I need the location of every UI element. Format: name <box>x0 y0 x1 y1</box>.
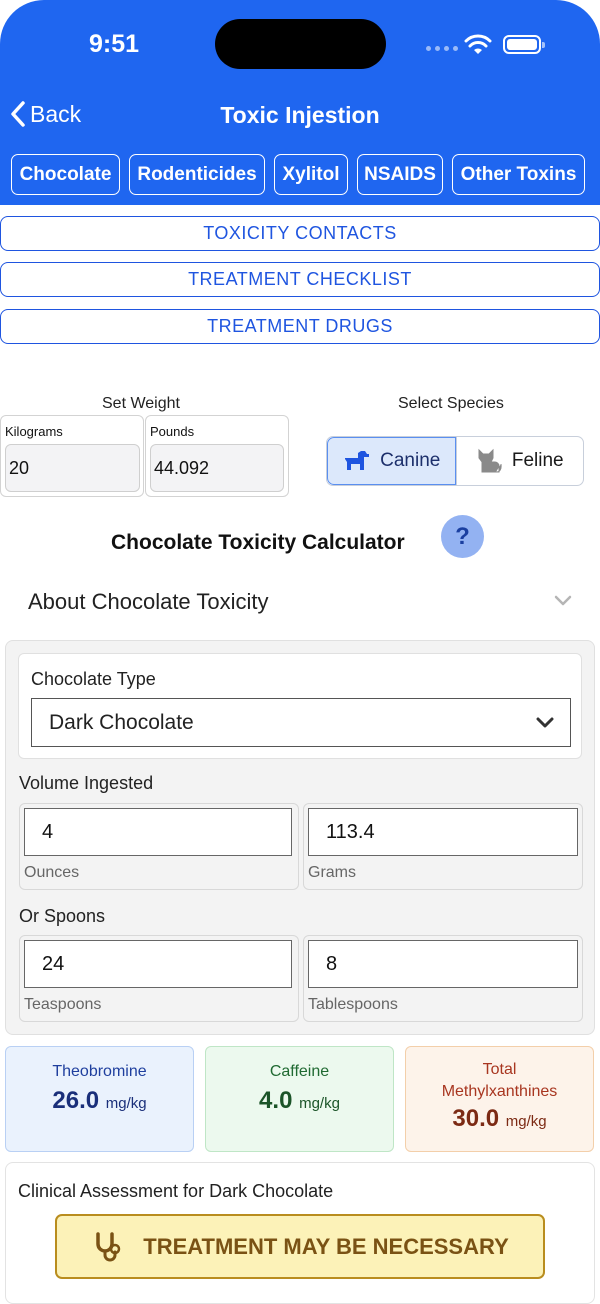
help-button[interactable]: ? <box>441 515 484 558</box>
theobromine-result-card: Theobromine 26.0 mg/kg <box>5 1046 194 1152</box>
clinical-assessment-title: Clinical Assessment for Dark Chocolate <box>18 1181 334 1201</box>
chocolate-type-card: Chocolate Type Dark Chocolate <box>18 653 582 759</box>
stethoscope-icon <box>96 1231 121 1261</box>
species-canine-option[interactable]: Canine <box>327 437 456 485</box>
volume-ingested-label: Volume Ingested <box>19 773 154 793</box>
total-value-row: 30.0 mg/kg <box>406 1105 593 1133</box>
app-header: 9:51 Back Toxic Injestion Chocolate Rode… <box>0 0 600 205</box>
teaspoons-label: Teaspoons <box>24 996 102 1013</box>
total-label-line1: Total <box>482 1061 517 1078</box>
tablespoons-card: 8 Tablespoons <box>303 935 583 1022</box>
total-unit: mg/kg <box>505 1113 547 1130</box>
ounces-card: 4 Ounces <box>19 803 299 890</box>
chocolate-type-value: Dark Chocolate <box>49 710 194 734</box>
tab-other-toxins[interactable]: Other Toxins <box>452 154 585 195</box>
kilograms-label: Kilograms <box>5 424 63 439</box>
cellular-signal-icon <box>426 46 458 51</box>
total-value: 30.0 <box>452 1105 500 1132</box>
species-feline-option[interactable]: Feline <box>455 437 584 485</box>
ounces-label: Ounces <box>24 864 80 881</box>
grams-card: 113.4 Grams <box>303 803 583 890</box>
page-title: Toxic Injestion <box>220 102 380 128</box>
dynamic-island <box>215 19 386 69</box>
teaspoons-card: 24 Teaspoons <box>19 935 299 1022</box>
chocolate-type-select[interactable]: Dark Chocolate <box>31 698 571 747</box>
theobromine-value-row: 26.0 mg/kg <box>6 1087 193 1115</box>
teaspoons-input[interactable]: 24 <box>24 940 292 988</box>
caffeine-value-row: 4.0 mg/kg <box>206 1087 393 1115</box>
tab-xylitol[interactable]: Xylitol <box>274 154 348 195</box>
theobromine-unit: mg/kg <box>105 1095 147 1112</box>
canine-label: Canine <box>380 450 441 471</box>
select-species-label: Select Species <box>398 395 504 412</box>
treatment-alert: TREATMENT MAY BE NECESSARY <box>55 1214 545 1279</box>
pounds-input[interactable]: 44.092 <box>150 444 284 492</box>
dog-icon <box>345 451 370 470</box>
caffeine-unit: mg/kg <box>299 1095 340 1112</box>
theobromine-label: Theobromine <box>52 1063 147 1080</box>
grams-input[interactable]: 113.4 <box>308 808 578 856</box>
total-methylxanthines-label: Total Methylxanthines <box>406 1059 593 1103</box>
chevron-down-icon[interactable] <box>553 594 573 608</box>
treatment-alert-text: TREATMENT MAY BE NECESSARY <box>143 1233 509 1259</box>
grams-label: Grams <box>308 864 356 881</box>
battery-icon <box>503 35 545 54</box>
species-selector: Canine Feline <box>326 436 584 486</box>
feline-label: Feline <box>511 450 564 471</box>
total-label-line2: Methylxanthines <box>441 1083 558 1100</box>
chevron-down-icon <box>536 717 554 728</box>
total-methylxanthines-result-card: Total Methylxanthines 30.0 mg/kg <box>405 1046 594 1152</box>
treatment-checklist-button[interactable]: TREATMENT CHECKLIST <box>0 262 600 297</box>
caffeine-value: 4.0 <box>259 1087 293 1114</box>
tab-chocolate[interactable]: Chocolate <box>11 154 120 195</box>
tab-rodenticides[interactable]: Rodenticides <box>129 154 265 195</box>
toxin-tabs: Chocolate Rodenticides Xylitol NSAIDS Ot… <box>11 154 594 195</box>
ounces-input[interactable]: 4 <box>24 808 292 856</box>
tablespoons-label: Tablespoons <box>308 996 398 1013</box>
set-weight-label: Set Weight <box>102 395 180 412</box>
chocolate-type-label: Chocolate Type <box>31 669 156 689</box>
toxicity-contacts-button[interactable]: TOXICITY CONTACTS <box>0 216 600 251</box>
caffeine-label: Caffeine <box>269 1063 330 1080</box>
caffeine-result-card: Caffeine 4.0 mg/kg <box>205 1046 394 1152</box>
tablespoons-input[interactable]: 8 <box>308 940 578 988</box>
cat-icon <box>478 448 502 473</box>
pounds-label: Pounds <box>150 424 195 439</box>
kilograms-input[interactable]: 20 <box>5 444 140 492</box>
calculator-panel: Chocolate Type Dark Chocolate Volume Ing… <box>5 640 595 1035</box>
kilograms-card: Kilograms 20 <box>0 415 144 497</box>
wifi-icon <box>464 34 492 54</box>
status-time: 9:51 <box>89 30 140 58</box>
tab-nsaids[interactable]: NSAIDS <box>357 154 443 195</box>
theobromine-value: 26.0 <box>52 1087 100 1114</box>
or-spoons-label: Or Spoons <box>19 906 106 926</box>
calculator-title: Chocolate Toxicity Calculator <box>111 531 405 554</box>
pounds-card: Pounds 44.092 <box>145 415 289 497</box>
treatment-drugs-button[interactable]: TREATMENT DRUGS <box>0 309 600 344</box>
about-chocolate-toxicity-toggle[interactable]: About Chocolate Toxicity <box>28 589 269 615</box>
